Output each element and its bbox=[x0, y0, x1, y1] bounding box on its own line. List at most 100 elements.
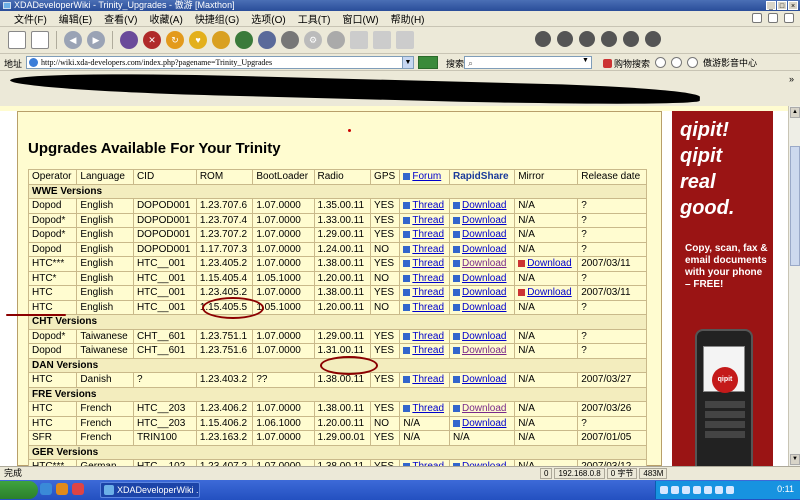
thread-link[interactable]: Thread bbox=[412, 374, 444, 385]
history-icon[interactable] bbox=[235, 31, 253, 49]
menu-item-4[interactable]: 快捷组(G) bbox=[189, 11, 245, 26]
qq-icon[interactable] bbox=[56, 483, 68, 495]
close-doc-icon[interactable] bbox=[784, 13, 794, 23]
thread-link[interactable]: Thread bbox=[412, 345, 444, 356]
download-link[interactable]: Download bbox=[462, 244, 506, 255]
tray-usb-icon[interactable] bbox=[726, 486, 734, 494]
download-link[interactable]: Download bbox=[462, 200, 506, 211]
refresh-icon[interactable]: ↻ bbox=[166, 31, 184, 49]
page-icon[interactable] bbox=[350, 31, 368, 49]
fullscreen-icon[interactable] bbox=[258, 31, 276, 49]
cell-rapidshare: Download bbox=[449, 299, 516, 315]
tray-volume-icon[interactable] bbox=[671, 486, 679, 494]
download-link[interactable]: Download bbox=[462, 302, 506, 313]
download-link[interactable]: Download bbox=[462, 418, 506, 429]
thread-link[interactable]: Thread bbox=[412, 403, 444, 414]
thread-link[interactable]: Thread bbox=[412, 200, 444, 211]
settings-icon[interactable]: ⚙ bbox=[304, 31, 322, 49]
print-icon[interactable] bbox=[373, 31, 391, 49]
download-link[interactable]: Download bbox=[462, 331, 506, 342]
url-input[interactable]: http://wiki.xda-developers.com/index.php… bbox=[26, 56, 414, 69]
clipboard-icon[interactable] bbox=[396, 31, 414, 49]
col-header-operator: Operator bbox=[27, 169, 78, 185]
download-link[interactable]: Download bbox=[462, 258, 506, 269]
download-link[interactable]: Download bbox=[462, 403, 506, 414]
tray-antivirus-icon[interactable] bbox=[693, 486, 701, 494]
edit-icon[interactable] bbox=[655, 57, 666, 68]
proxy-icon[interactable] bbox=[327, 31, 345, 49]
scroll-thumb[interactable] bbox=[790, 146, 800, 266]
tools-icon[interactable] bbox=[671, 57, 682, 68]
download-link[interactable]: Download bbox=[527, 258, 571, 269]
thread-link[interactable]: Thread bbox=[412, 244, 444, 255]
tray-ime-icon[interactable] bbox=[682, 486, 690, 494]
media-pause-icon[interactable] bbox=[579, 31, 595, 47]
ie-icon[interactable] bbox=[40, 483, 52, 495]
media-center-icon[interactable] bbox=[687, 57, 698, 68]
minimize-button[interactable]: _ bbox=[766, 1, 776, 10]
url-dropdown-button[interactable]: ▼ bbox=[402, 56, 414, 69]
download-link[interactable]: Download bbox=[462, 215, 506, 226]
menu-item-7[interactable]: 窗口(W) bbox=[337, 11, 385, 26]
thread-link[interactable]: Thread bbox=[412, 302, 444, 313]
search-input[interactable]: ⌕ bbox=[464, 56, 592, 69]
scroll-down-button[interactable]: ▼ bbox=[790, 454, 800, 465]
start-button[interactable] bbox=[0, 481, 38, 499]
media-prev-icon[interactable] bbox=[535, 31, 551, 47]
zoom-cell[interactable]: 0 bbox=[540, 468, 553, 479]
media-play-icon[interactable] bbox=[557, 31, 573, 47]
thread-link[interactable]: Thread bbox=[412, 258, 444, 269]
download-link[interactable]: Download bbox=[462, 287, 506, 298]
favorites-icon[interactable]: ♥ bbox=[189, 31, 207, 49]
download-link[interactable]: Download bbox=[462, 345, 506, 356]
tray-network-icon[interactable] bbox=[660, 486, 668, 494]
search-dropdown-button[interactable]: ▼ bbox=[582, 57, 589, 64]
menu-item-2[interactable]: 查看(V) bbox=[98, 11, 143, 26]
go-button[interactable] bbox=[418, 56, 438, 69]
tray-update-icon[interactable] bbox=[715, 486, 723, 494]
tray-msn-icon[interactable] bbox=[704, 486, 712, 494]
download-link[interactable]: Download bbox=[462, 229, 506, 240]
taskbar-window-button[interactable]: XDADeveloperWiki ... bbox=[100, 482, 200, 498]
back-icon[interactable]: ◀ bbox=[64, 31, 82, 49]
menu-item-5[interactable]: 选项(O) bbox=[245, 11, 291, 26]
thread-link[interactable]: Thread bbox=[412, 331, 444, 342]
media-volume-icon[interactable] bbox=[645, 31, 661, 47]
download-link[interactable]: Download bbox=[527, 287, 571, 298]
restore-icon[interactable] bbox=[768, 13, 778, 23]
forward-icon[interactable]: ▶ bbox=[87, 31, 105, 49]
tabs-icon[interactable] bbox=[120, 31, 138, 49]
menu-item-1[interactable]: 编辑(E) bbox=[53, 11, 98, 26]
mini-icon[interactable] bbox=[752, 13, 762, 23]
media-stop-icon[interactable] bbox=[601, 31, 617, 47]
cell-forum: Thread bbox=[399, 212, 451, 228]
close-button[interactable]: × bbox=[788, 1, 798, 10]
new-page-icon[interactable] bbox=[8, 31, 26, 49]
menu-item-6[interactable]: 工具(T) bbox=[292, 11, 337, 26]
download-link[interactable]: Download bbox=[462, 273, 506, 284]
shopping-search-button[interactable]: 购物搜索 bbox=[603, 57, 650, 70]
media-center-label[interactable]: 傲游影音中心 bbox=[703, 56, 757, 69]
collection-icon[interactable] bbox=[212, 31, 230, 49]
maximize-button[interactable]: □ bbox=[777, 1, 787, 10]
stop-icon[interactable]: ✕ bbox=[143, 31, 161, 49]
menu-item-0[interactable]: 文件(F) bbox=[8, 11, 53, 26]
menu-item-8[interactable]: 帮助(H) bbox=[385, 11, 431, 26]
cell-release-date: 2007/03/27 bbox=[577, 372, 647, 388]
app-icon[interactable] bbox=[72, 483, 84, 495]
forum-header-link[interactable]: Forum bbox=[412, 171, 441, 182]
thread-link[interactable]: Thread bbox=[412, 287, 444, 298]
menu-item-3[interactable]: 收藏(A) bbox=[143, 11, 188, 26]
scroll-up-button[interactable]: ▲ bbox=[790, 107, 800, 118]
thread-link[interactable]: Thread bbox=[412, 215, 444, 226]
zoom-icon[interactable] bbox=[281, 31, 299, 49]
thread-link[interactable]: Thread bbox=[412, 273, 444, 284]
vertical-scrollbar[interactable]: ▲ ▼ bbox=[788, 106, 800, 466]
links-overflow-icon[interactable]: » bbox=[789, 74, 794, 84]
open-icon[interactable] bbox=[31, 31, 49, 49]
thread-link[interactable]: Thread bbox=[412, 229, 444, 240]
download-link[interactable]: Download bbox=[462, 374, 506, 385]
cell-language: Taiwanese bbox=[76, 343, 134, 359]
qipit-ad-banner[interactable]: qipit! qipit real good. Copy, scan, fax … bbox=[672, 111, 773, 466]
media-next-icon[interactable] bbox=[623, 31, 639, 47]
